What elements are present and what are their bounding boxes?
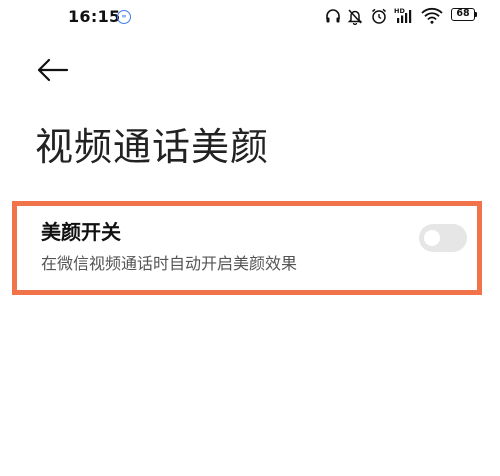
network-label: HD bbox=[394, 7, 405, 15]
beauty-toggle-switch[interactable] bbox=[419, 224, 467, 252]
battery-nub bbox=[475, 12, 477, 17]
setting-description: 在微信视频通话时自动开启美颜效果 bbox=[41, 254, 298, 273]
toggle-knob bbox=[424, 230, 440, 246]
bell-muted-icon bbox=[347, 9, 363, 25]
alarm-icon bbox=[372, 8, 386, 24]
status-bar: 16:15 ∞ HD 68 bbox=[0, 0, 500, 36]
setting-label: 美颜开关 bbox=[41, 220, 121, 244]
status-time: 16:15 bbox=[68, 7, 121, 26]
notification-app-icon: ∞ bbox=[117, 10, 131, 24]
beauty-toggle-row[interactable]: 美颜开关 在微信视频通话时自动开启美颜效果 bbox=[12, 201, 482, 295]
cellular-signal-icon: HD bbox=[394, 7, 412, 23]
headset-icon bbox=[326, 9, 340, 23]
battery-icon: 68 bbox=[451, 8, 475, 21]
arrow-left-icon bbox=[37, 58, 69, 82]
page-title: 视频通话美颜 bbox=[35, 125, 270, 169]
back-button[interactable] bbox=[34, 54, 70, 86]
wifi-icon bbox=[421, 7, 443, 24]
